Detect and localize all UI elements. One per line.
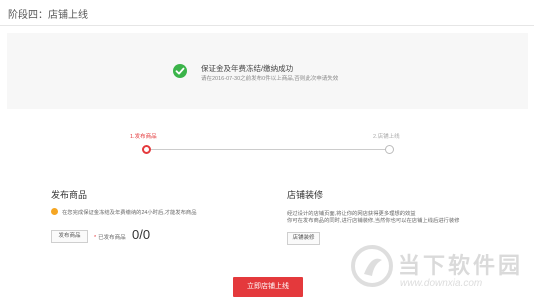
watermark: 当下软件园 www.downxia.com [350, 240, 530, 298]
progress-track [147, 149, 390, 150]
step-progress: 1.发布商品 2.店铺上线 [0, 128, 534, 158]
step-label-launch: 2.店铺上线 [373, 134, 400, 140]
decorate-note-line2: 你可在发布商品的同时,进行店铺装修,当然你也可以在店铺上线后进行装修 [287, 218, 460, 224]
step-label-publish: 1.发布商品 [130, 134, 157, 140]
page-header: 阶段四：店铺上线 [0, 0, 534, 26]
watermark-logo-icon [351, 245, 393, 287]
watermark-url: www.downxia.com [400, 278, 483, 289]
required-star: * [94, 235, 97, 241]
success-title: 保证金及年费冻结/缴纳成功 [201, 64, 294, 73]
store-decorate-button[interactable]: 店铺装修 [287, 232, 320, 245]
published-goods-text: 已发布商品 [98, 235, 126, 241]
step-dot-launch [385, 145, 394, 154]
published-goods-count: 0/0 [132, 227, 151, 242]
publish-section-title: 发布商品 [51, 190, 88, 200]
check-circle-icon [173, 64, 187, 78]
published-goods-label: * 已发布商品 [94, 233, 126, 241]
page-title: 阶段四：店铺上线 [8, 10, 88, 21]
success-panel: 保证金及年费冻结/缴纳成功 请在2016-07-30之前发布0件以上商品,否则此… [7, 33, 528, 109]
step-dot-publish [142, 145, 151, 154]
publish-note: 在您完成保证金冻结及年费缴纳的24小时后,才能发布商品 [62, 210, 197, 216]
watermark-text: 当下软件园 [398, 253, 524, 278]
decorate-section-title: 店铺装修 [287, 190, 324, 200]
launch-store-button[interactable]: 立即店铺上线 [233, 277, 303, 297]
warning-icon [51, 208, 58, 215]
success-description: 请在2016-07-30之前发布0件以上商品,否则此次申请失效 [201, 76, 339, 82]
publish-goods-button[interactable]: 发布商品 [51, 230, 88, 243]
